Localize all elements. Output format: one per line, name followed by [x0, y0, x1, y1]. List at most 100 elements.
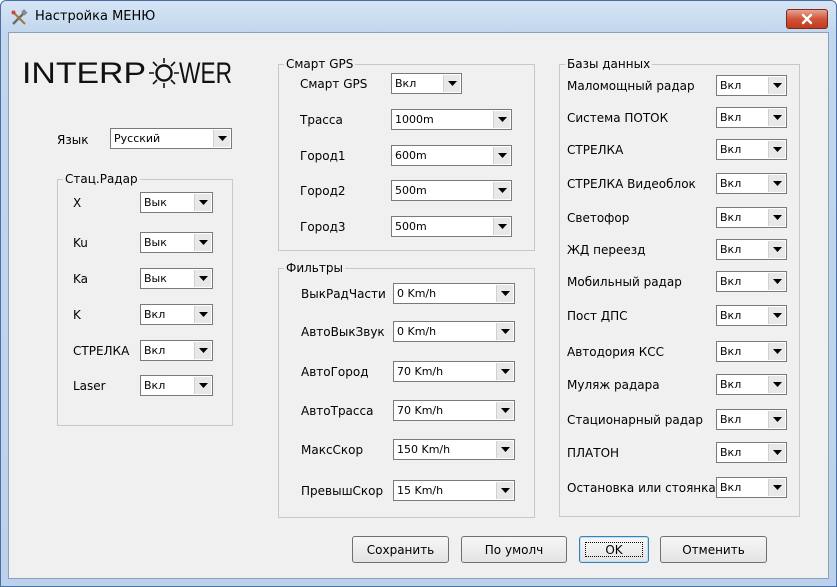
databases-select[interactable]: Вкл	[716, 107, 787, 128]
chevron-down-icon[interactable]	[768, 77, 785, 94]
filters-select-value: 70 Km/h	[397, 404, 444, 417]
chevron-down-icon[interactable]	[768, 479, 785, 496]
smart-gps-label: Город3	[300, 220, 346, 234]
stat-radar-select-value: Вык	[144, 196, 167, 209]
databases-select-value: Вкл	[720, 177, 742, 190]
stat-radar-select[interactable]: Вкл	[140, 375, 213, 396]
language-select[interactable]: Русский	[110, 128, 232, 149]
chevron-down-icon[interactable]	[496, 323, 513, 340]
cancel-button-label: Отменить	[682, 542, 745, 557]
ok-button[interactable]: OK	[579, 536, 649, 563]
filters-label: ПревышСкор	[301, 484, 384, 498]
filters-title: Фильтры	[284, 261, 345, 275]
stat-radar-select[interactable]: Вык	[140, 232, 213, 253]
stat-radar-select[interactable]: Вкл	[140, 304, 213, 325]
chevron-down-icon[interactable]	[496, 285, 513, 302]
chevron-down-icon[interactable]	[768, 141, 785, 158]
stat-radar-select-value: Вкл	[144, 344, 166, 357]
stat-radar-select[interactable]: Вык	[140, 268, 213, 289]
stat-radar-select-value: Вык	[144, 236, 167, 249]
filters-select[interactable]: 150 Km/h	[393, 439, 515, 460]
smart-gps-select-value: 1000m	[395, 113, 434, 126]
chevron-down-icon[interactable]	[768, 307, 785, 324]
chevron-down-icon[interactable]	[768, 209, 785, 226]
chevron-down-icon[interactable]	[496, 441, 513, 458]
chevron-down-icon[interactable]	[194, 194, 211, 211]
databases-label: Автодория КСС	[567, 345, 664, 359]
stat-radar-select[interactable]: Вкл	[140, 340, 213, 361]
databases-select-value: Вкл	[720, 211, 742, 224]
stat-radar-select-value: Вкл	[144, 308, 166, 321]
databases-select-value: Вкл	[720, 275, 742, 288]
chevron-down-icon[interactable]	[768, 175, 785, 192]
stat-radar-label: X	[73, 196, 82, 210]
databases-select[interactable]: Вкл	[716, 341, 787, 362]
databases-select[interactable]: Вкл	[716, 239, 787, 260]
chevron-down-icon[interactable]	[493, 182, 510, 199]
databases-label: Пост ДПС	[567, 309, 628, 323]
chevron-down-icon[interactable]	[493, 147, 510, 164]
filters-label: МаксСкор	[301, 443, 364, 457]
filters-select[interactable]: 15 Km/h	[393, 480, 515, 501]
filters-label: ВыкРадЧасти	[301, 287, 386, 301]
chevron-down-icon[interactable]	[443, 75, 460, 92]
stat-radar-select[interactable]: Вык	[140, 192, 213, 213]
databases-select[interactable]: Вкл	[716, 305, 787, 326]
chevron-down-icon[interactable]	[768, 109, 785, 126]
filters-select[interactable]: 70 Km/h	[393, 361, 515, 382]
ok-button-label: OK	[605, 542, 623, 557]
smart-gps-select-value: 600m	[395, 149, 427, 162]
chevron-down-icon[interactable]	[496, 402, 513, 419]
filters-select[interactable]: 0 Km/h	[393, 283, 515, 304]
language-label: Язык	[57, 133, 89, 147]
smart-gps-select[interactable]: 500m	[391, 216, 512, 237]
chevron-down-icon[interactable]	[768, 411, 785, 428]
databases-select[interactable]: Вкл	[716, 139, 787, 160]
chevron-down-icon[interactable]	[194, 377, 211, 394]
databases-select[interactable]: Вкл	[716, 409, 787, 430]
chevron-down-icon[interactable]	[768, 376, 785, 393]
chevron-down-icon[interactable]	[194, 234, 211, 251]
chevron-down-icon[interactable]	[496, 482, 513, 499]
filters-select[interactable]: 70 Km/h	[393, 400, 515, 421]
title-bar[interactable]: Настройка МЕНЮ	[1, 1, 836, 31]
databases-select[interactable]: Вкл	[716, 477, 787, 498]
filters-select-value: 0 Km/h	[397, 325, 437, 338]
stat-radar-label: Ka	[73, 272, 89, 286]
chevron-down-icon[interactable]	[194, 270, 211, 287]
close-button[interactable]	[786, 9, 828, 29]
filters-label: АвтоТрасса	[301, 404, 374, 418]
chevron-down-icon[interactable]	[194, 342, 211, 359]
chevron-down-icon[interactable]	[493, 218, 510, 235]
databases-select[interactable]: Вкл	[716, 173, 787, 194]
databases-select[interactable]: Вкл	[716, 271, 787, 292]
chevron-down-icon[interactable]	[213, 130, 230, 147]
cancel-button[interactable]: Отменить	[660, 536, 767, 563]
filters-label: АвтоГород	[301, 365, 369, 379]
stat-radar-select-value: Вык	[144, 272, 167, 285]
databases-select-value: Вкл	[720, 446, 742, 459]
databases-select[interactable]: Вкл	[716, 75, 787, 96]
chevron-down-icon[interactable]	[768, 444, 785, 461]
close-icon	[801, 13, 813, 25]
stat-radar-select-value: Вкл	[144, 379, 166, 392]
chevron-down-icon[interactable]	[768, 343, 785, 360]
default-button[interactable]: По умолч	[461, 536, 567, 563]
save-button[interactable]: Сохранить	[352, 536, 449, 563]
chevron-down-icon[interactable]	[768, 273, 785, 290]
smart-gps-select[interactable]: 500m	[391, 180, 512, 201]
databases-select[interactable]: Вкл	[716, 207, 787, 228]
smart-gps-title: Смарт GPS	[284, 57, 356, 71]
chevron-down-icon[interactable]	[768, 241, 785, 258]
smart-gps-select[interactable]: 1000m	[391, 109, 512, 130]
databases-label: СТРЕЛКА Видеоблок	[567, 177, 696, 191]
chevron-down-icon[interactable]	[493, 111, 510, 128]
chevron-down-icon[interactable]	[496, 363, 513, 380]
databases-select[interactable]: Вкл	[716, 374, 787, 395]
filters-select[interactable]: 0 Km/h	[393, 321, 515, 342]
databases-select[interactable]: Вкл	[716, 442, 787, 463]
smart-gps-select[interactable]: Вкл	[391, 73, 462, 94]
chevron-down-icon[interactable]	[194, 306, 211, 323]
smart-gps-select[interactable]: 600m	[391, 145, 512, 166]
databases-label: ПЛАТОН	[567, 446, 620, 460]
